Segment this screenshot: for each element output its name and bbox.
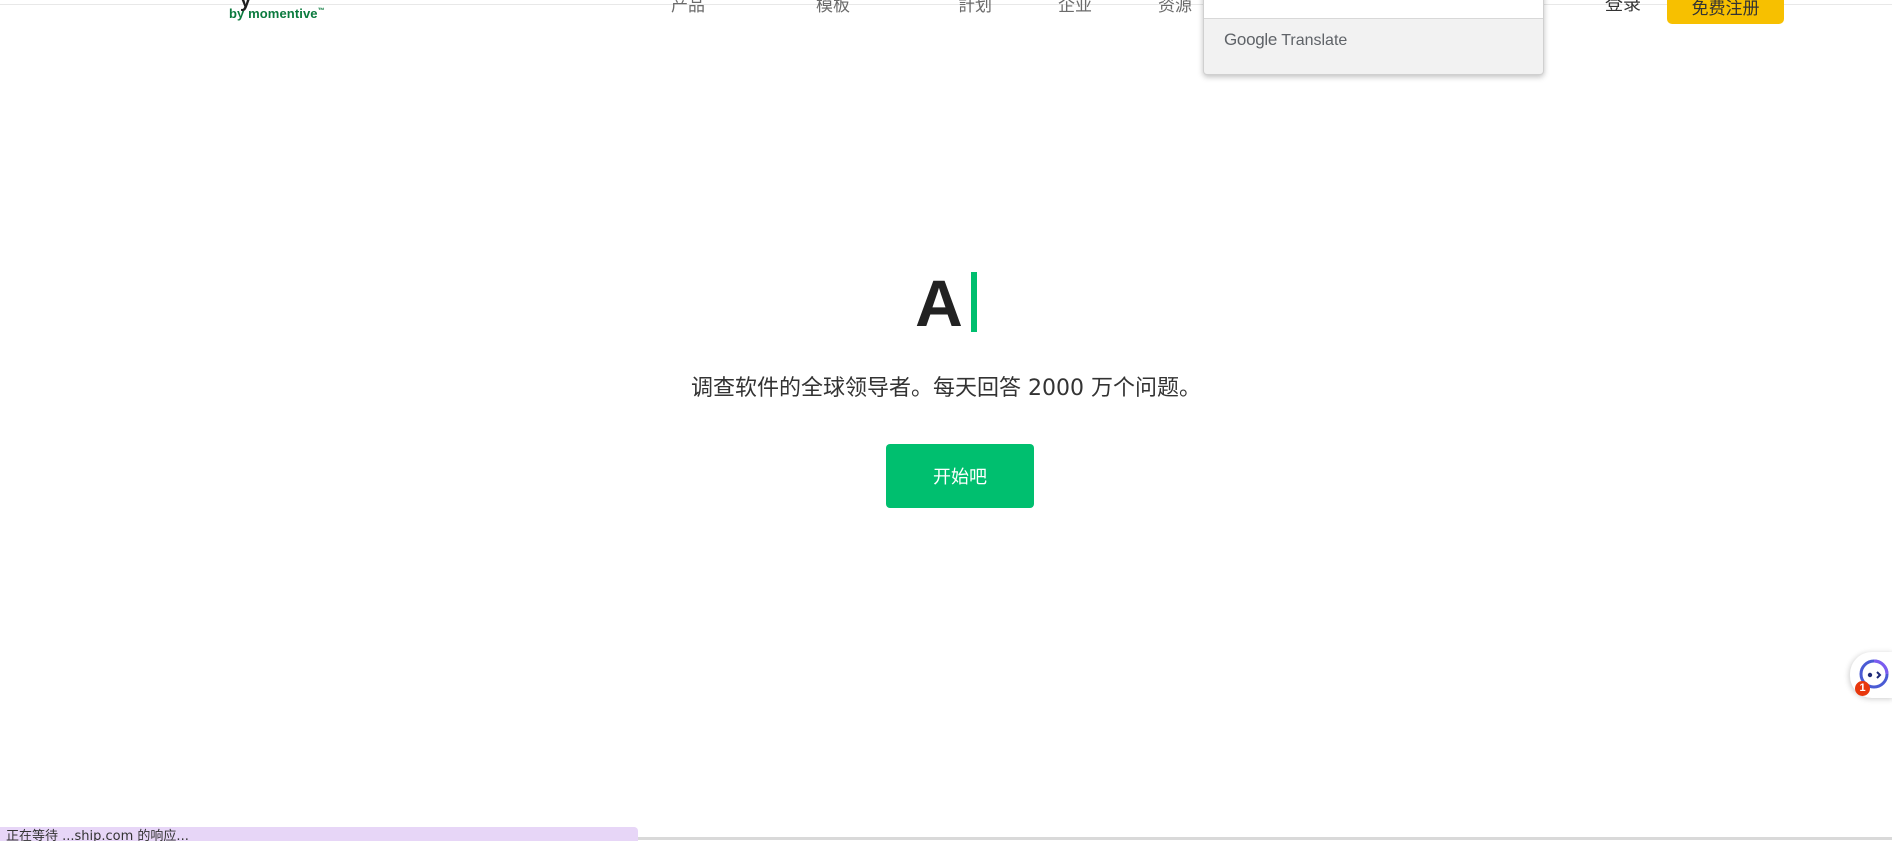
google-translate-popup[interactable]: Google Translate: [1203, 0, 1544, 75]
assistant-widget[interactable]: 1: [1850, 652, 1892, 698]
nav-item-enterprise[interactable]: 企业: [1058, 0, 1092, 16]
nav-item-templates[interactable]: 模板: [816, 0, 850, 16]
login-link[interactable]: 登录: [1605, 0, 1641, 16]
notification-badge: 1: [1855, 681, 1870, 696]
hero-headline: A: [0, 270, 1892, 336]
trademark-mark: ™: [317, 7, 325, 15]
typing-caret: [970, 272, 977, 332]
signup-button[interactable]: 免费注册: [1667, 0, 1784, 24]
nav-item-products[interactable]: 产品: [671, 0, 705, 16]
nav-item-plans[interactable]: 計划: [958, 0, 992, 16]
nav-item-resources[interactable]: 资源: [1158, 0, 1192, 16]
translate-popup-body: [1204, 0, 1543, 19]
browser-status-bar: 正在等待 ...ship.com 的响应...: [0, 827, 638, 841]
hero-tagline: 调查软件的全球领导者。每天回答 2000 万个问题。: [691, 376, 1201, 401]
google-logo: Google: [1224, 30, 1278, 49]
logo-subtitle[interactable]: by momentive™: [229, 6, 325, 21]
translate-popup-footer: Google Translate: [1224, 30, 1347, 50]
translate-label: Translate: [1281, 32, 1348, 49]
hero-typed-text: A: [915, 266, 963, 340]
get-started-button[interactable]: 开始吧: [886, 444, 1034, 508]
logo-subtitle-text: by momentive: [229, 6, 318, 21]
